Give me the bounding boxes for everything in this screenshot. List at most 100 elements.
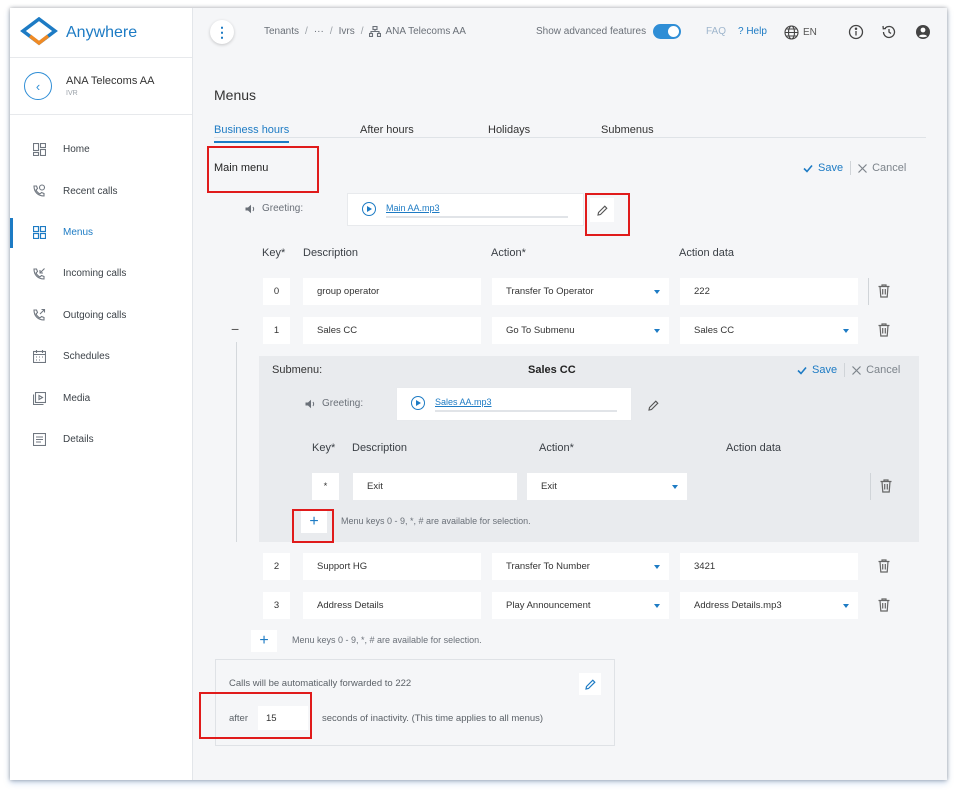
trash-icon[interactable] <box>876 283 892 299</box>
collapse-submenu-button[interactable]: − <box>231 321 239 337</box>
breadcrumb-ellipsis[interactable]: ··· <box>314 26 324 37</box>
help-link[interactable]: ? Help <box>738 26 767 37</box>
submenu-greeting-label: Greeting: <box>305 398 363 409</box>
history-icon[interactable] <box>881 24 897 40</box>
description-input[interactable]: Support HG <box>303 553 481 580</box>
tab-submenus[interactable]: Submenus <box>601 124 654 136</box>
sidebar: Anywhere ‹ ANA Telecoms AA IVR Home Rece… <box>10 8 193 780</box>
tab-business-hours[interactable]: Business hours <box>214 124 290 143</box>
description-input[interactable]: Address Details <box>303 592 481 619</box>
chevron-down-icon <box>654 290 660 294</box>
submenu-description-input[interactable]: Exit <box>353 473 517 500</box>
submenu-header-description: Description <box>352 442 408 454</box>
edit-greeting-button[interactable] <box>590 198 614 222</box>
main-menu-save-button[interactable]: Save <box>803 162 843 174</box>
sidebar-item-label: Recent calls <box>63 185 118 197</box>
forward-description: Calls will be automatically forwarded to… <box>229 678 412 689</box>
breadcrumb-current: ANA Telecoms AA <box>385 26 466 37</box>
chevron-down-icon <box>843 604 849 608</box>
sidebar-item-label: Schedules <box>63 351 110 363</box>
add-menu-key-button[interactable]: + <box>251 630 277 652</box>
trash-icon[interactable] <box>878 478 894 494</box>
user-account-icon[interactable] <box>915 24 931 40</box>
tenant-type: IVR <box>66 90 78 97</box>
play-icon[interactable] <box>362 202 376 216</box>
edit-forward-button[interactable] <box>579 673 601 695</box>
sidebar-item-schedules[interactable]: Schedules <box>10 336 192 377</box>
more-menu-button[interactable]: ⋮ <box>210 20 234 44</box>
action-data-input[interactable]: 3421 <box>680 553 858 580</box>
main-menu-cancel-button[interactable]: Cancel <box>858 162 906 174</box>
edit-submenu-greeting-button[interactable] <box>641 393 665 417</box>
trash-icon[interactable] <box>876 597 892 613</box>
brand[interactable]: Anywhere <box>10 8 192 58</box>
submenu-label: Submenu: <box>272 364 323 376</box>
details-icon <box>32 432 46 446</box>
menu-grid-icon <box>32 225 46 239</box>
submenu-greeting-file[interactable]: Sales AA.mp3 <box>435 397 492 407</box>
action-select[interactable]: Transfer To Operator <box>492 278 669 305</box>
description-input[interactable]: group operator <box>303 278 481 305</box>
sidebar-item-home[interactable]: Home <box>10 129 192 170</box>
main-greeting-player: Main AA.mp3 <box>347 193 584 226</box>
audio-progress-bar[interactable] <box>435 410 617 412</box>
sidebar-item-incoming-calls[interactable]: Incoming calls <box>10 253 192 294</box>
sidebar-item-label: Incoming calls <box>63 268 127 280</box>
sidebar-item-outgoing-calls[interactable]: Outgoing calls <box>10 295 192 336</box>
sidebar-item-label: Home <box>63 144 90 156</box>
kebab-icon: ⋮ <box>215 23 229 40</box>
language-selector[interactable]: EN <box>784 25 817 40</box>
audio-progress-bar[interactable] <box>386 216 568 218</box>
sidebar-item-media[interactable]: Media <box>10 377 192 418</box>
sidebar-item-menus[interactable]: Menus <box>10 212 192 253</box>
action-data-select[interactable]: Address Details.mp3 <box>680 592 858 619</box>
key-input[interactable]: 2 <box>263 553 290 580</box>
play-icon[interactable] <box>411 396 425 410</box>
submenu-key-input[interactable]: * <box>312 473 339 500</box>
sidebar-item-details[interactable]: Details <box>10 419 192 460</box>
menu-tabs: Business hours After hours Holidays Subm… <box>214 118 926 143</box>
main-greeting-label: Greeting: <box>245 203 303 214</box>
media-icon <box>32 391 46 405</box>
submenu-header-action-data: Action data <box>726 442 782 454</box>
breadcrumb-tenants[interactable]: Tenants <box>264 26 299 37</box>
submenu-save-button[interactable]: Save <box>797 364 837 376</box>
back-button[interactable]: ‹ <box>24 72 52 100</box>
action-data-select[interactable]: Sales CC <box>680 317 858 344</box>
add-submenu-key-button[interactable]: + <box>301 511 327 533</box>
tab-after-hours[interactable]: After hours <box>360 124 414 136</box>
sidebar-item-label: Details <box>63 433 94 445</box>
pencil-icon <box>647 399 659 411</box>
submenu-action-select[interactable]: Exit <box>527 473 687 500</box>
trash-icon[interactable] <box>876 558 892 574</box>
key-input[interactable]: 0 <box>263 278 290 305</box>
submenu-greeting-player: Sales AA.mp3 <box>396 387 632 421</box>
anywhere-logo-icon <box>20 16 58 45</box>
action-select[interactable]: Play Announcement <box>492 592 669 619</box>
breadcrumb-ivrs[interactable]: Ivrs <box>339 26 355 37</box>
tab-holidays[interactable]: Holidays <box>488 124 530 136</box>
inactivity-seconds-input[interactable]: 15 <box>258 706 308 730</box>
faq-link[interactable]: FAQ <box>706 26 726 37</box>
advanced-features-toggle[interactable] <box>653 24 681 39</box>
main-menu-title: Main menu <box>214 162 269 174</box>
main-greeting-file[interactable]: Main AA.mp3 <box>386 203 440 213</box>
app-window: Anywhere ‹ ANA Telecoms AA IVR Home Rece… <box>10 8 947 780</box>
brand-name: Anywhere <box>66 23 138 41</box>
key-input[interactable]: 3 <box>263 592 290 619</box>
dashboard-icon <box>32 143 46 157</box>
key-input[interactable]: 1 <box>263 317 290 344</box>
submenu-header-action: Action* <box>539 442 574 454</box>
action-select[interactable]: Go To Submenu <box>492 317 669 344</box>
description-input[interactable]: Sales CC <box>303 317 481 344</box>
sidebar-item-label: Outgoing calls <box>63 309 127 321</box>
action-data-input[interactable]: 222 <box>680 278 858 305</box>
forward-after-label: after <box>229 713 249 724</box>
trash-icon[interactable] <box>876 322 892 338</box>
header-key: Key* <box>262 247 286 259</box>
sidebar-item-recent-calls[interactable]: Recent calls <box>10 170 192 211</box>
chevron-down-icon <box>654 565 660 569</box>
info-icon[interactable] <box>848 24 864 40</box>
submenu-cancel-button[interactable]: Cancel <box>852 364 900 376</box>
action-select[interactable]: Transfer To Number <box>492 553 669 580</box>
